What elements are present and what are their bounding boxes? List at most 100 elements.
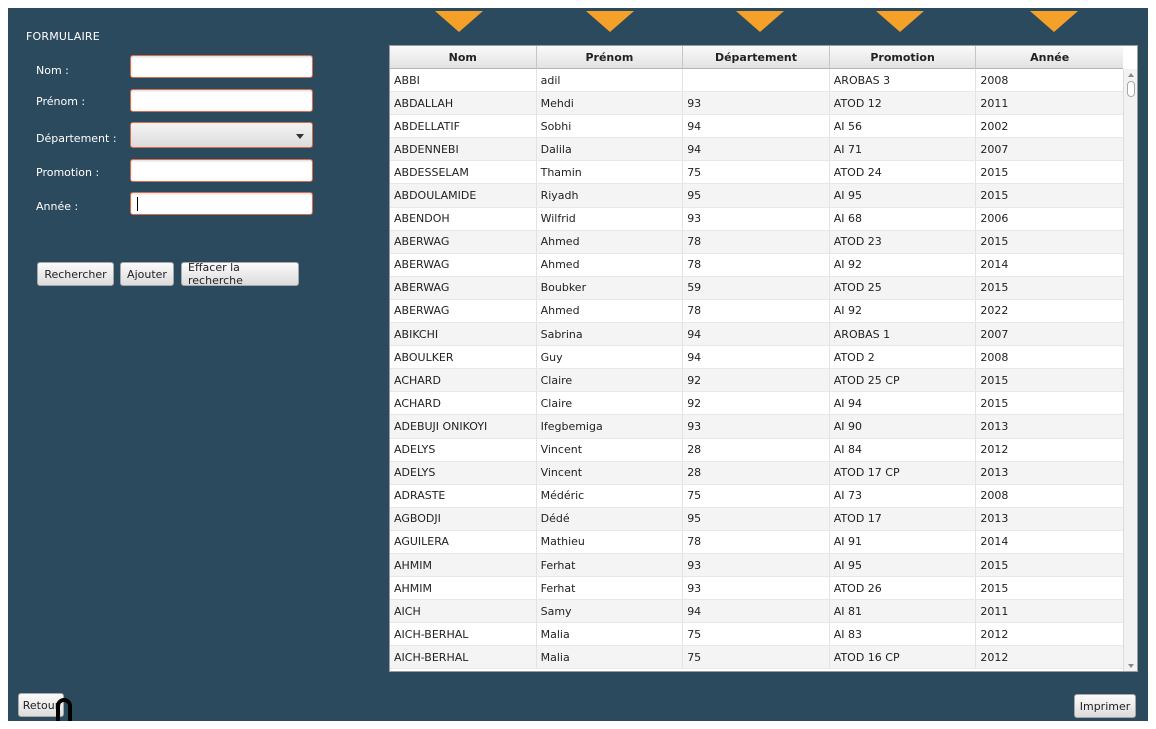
table-cell: ATOD 23 [830, 230, 977, 253]
table-cell: ADEBUJI ONIKOYI [390, 415, 537, 438]
table-row[interactable]: ABERWAG Ahmed 78 AI 92 2014 [390, 253, 1123, 277]
table-cell: 2015 [980, 281, 1009, 295]
table-row[interactable]: ABERWAG Ahmed 78 AI 92 2022 [390, 299, 1123, 324]
table-cell: 28 [683, 438, 830, 461]
table-row[interactable]: AICH-BERHAL Malia 75 AI 83 2012 [390, 623, 1123, 647]
table-cell: AI 83 [830, 623, 977, 646]
table-row[interactable]: AGUILERA Mathieu 78 AI 91 2014 [390, 530, 1123, 554]
column-header[interactable]: Département [683, 46, 830, 69]
table-cell: ABERWAG [390, 253, 537, 276]
column-header[interactable]: Promotion [830, 46, 977, 69]
promotion-input[interactable] [130, 159, 313, 182]
table-row[interactable]: AICH Samy 94 AI 81 2011 [390, 600, 1123, 624]
table-cell: 2014 [980, 535, 1009, 549]
table-cell: ATOD 17 CP [830, 461, 977, 484]
table-cell: 2008 [980, 350, 1009, 364]
table-cell: ATOD 16 CP [830, 646, 977, 669]
table-row[interactable]: AGBODJI Dédé 95 ATOD 17 2013 [390, 507, 1123, 531]
table-cell: Dalila [537, 138, 684, 161]
vertical-scrollbar[interactable] [1123, 69, 1137, 671]
table-cell: Ahmed [537, 299, 684, 323]
rechercher-button[interactable]: Rechercher [37, 262, 114, 286]
table-cell: Médéric [537, 484, 684, 507]
table-cell: Ifegbemiga [537, 415, 684, 438]
table-row[interactable]: ABERWAG Ahmed 78 ATOD 23 2015 [390, 230, 1123, 254]
table-cell: 2008 [980, 489, 1009, 503]
table-cell: 2014 [980, 258, 1009, 272]
table-cell: 78 [683, 299, 830, 323]
departement-select[interactable] [130, 122, 313, 148]
table-row[interactable]: ABOULKER Guy 94 ATOD 2 2008 [390, 346, 1123, 370]
table-cell: 2007 [980, 327, 1009, 341]
table-row[interactable]: ACHARD Claire 92 ATOD 25 CP 2015 [390, 369, 1123, 393]
table-row[interactable]: AHMIM Ferhat 93 AI 95 2015 [390, 553, 1123, 578]
table-row[interactable]: ABDENNEBI Dalila 94 AI 71 2007 [390, 138, 1123, 162]
form-title: FORMULAIRE [26, 30, 100, 43]
table-cell: Ahmed [537, 253, 684, 276]
nom-input[interactable] [130, 55, 313, 78]
table-cell: ABDELLATIF [390, 115, 537, 138]
mouse-cursor-icon [56, 698, 72, 721]
table-cell: ADELYS [390, 438, 537, 461]
table-cell: AICH [390, 600, 537, 623]
table-row[interactable]: AHMIM Ferhat 93 ATOD 26 2015 [390, 577, 1123, 601]
table-row[interactable]: ADEBUJI ONIKOYI Ifegbemiga 93 AI 90 2013 [390, 415, 1123, 439]
effacer-recherche-button[interactable]: Effacer la recherche [181, 261, 299, 287]
imprimer-button[interactable]: Imprimer [1074, 694, 1136, 718]
table-row[interactable]: ADELYS Vincent 28 ATOD 17 CP 2013 [390, 461, 1123, 485]
scroll-up-icon[interactable] [1128, 73, 1134, 77]
table-cell: AHMIM [390, 553, 537, 577]
table-cell: Vincent [537, 461, 684, 484]
table-cell: 94 [683, 600, 830, 623]
table-cell: Mathieu [537, 530, 684, 553]
ajouter-button[interactable]: Ajouter [120, 262, 174, 286]
main-window: FORMULAIRE Nom : Prénom : Département : … [8, 8, 1148, 721]
column-header[interactable]: Prénom [537, 46, 684, 69]
nom-label: Nom : [36, 64, 69, 77]
table-cell: 2015 [980, 396, 1009, 410]
table-cell: ACHARD [390, 392, 537, 415]
table-cell: 2015 [980, 558, 1009, 572]
table-cell: 75 [683, 161, 830, 184]
scroll-thumb[interactable] [1127, 81, 1135, 97]
column-header[interactable]: Année [976, 46, 1123, 69]
table-cell: 94 [683, 323, 830, 346]
table-cell: ABOULKER [390, 346, 537, 369]
table-cell: 93 [683, 92, 830, 115]
results-table[interactable]: Nom Prénom Département Promotion Année ABBI a… [389, 45, 1138, 672]
table-cell: 2013 [980, 466, 1009, 480]
table-cell: 28 [683, 461, 830, 484]
prenom-input[interactable] [130, 89, 313, 112]
column-header[interactable]: Nom [390, 46, 537, 69]
table-cell: ATOD 25 [830, 276, 977, 299]
table-cell: 78 [683, 230, 830, 253]
table-cell: AI 71 [830, 138, 977, 161]
table-cell: ATOD 2 [830, 346, 977, 369]
table-cell: AI 73 [830, 484, 977, 507]
annee-input[interactable] [130, 192, 313, 215]
table-cell: 93 [683, 553, 830, 577]
table-cell: Ferhat [537, 553, 684, 577]
sort-arrow-nom-icon [435, 11, 483, 32]
table-row[interactable]: ABIKCHI Sabrina 94 AROBAS 1 2007 [390, 323, 1123, 347]
table-row[interactable]: ABDESSELAM Thamin 75 ATOD 24 2015 [390, 161, 1123, 185]
table-row[interactable]: ABERWAG Boubker 59 ATOD 25 2015 [390, 276, 1123, 300]
table-cell: ABDENNEBI [390, 138, 537, 161]
table-row[interactable]: ABENDOH Wilfrid 93 AI 68 2006 [390, 207, 1123, 231]
table-row[interactable]: ACHARD Claire 92 AI 94 2015 [390, 392, 1123, 416]
table-row[interactable]: AICH-BERHAL Malia 75 ATOD 16 CP 2012 [390, 646, 1123, 670]
table-row[interactable]: ABBI adil AROBAS 3 2008 [390, 69, 1123, 93]
scroll-down-icon[interactable] [1128, 664, 1134, 668]
table-row[interactable]: ADRASTE Médéric 75 AI 73 2008 [390, 484, 1123, 508]
table-cell: 75 [683, 623, 830, 646]
table-cell: ATOD 24 [830, 161, 977, 184]
sort-arrow-promotion-icon [876, 11, 924, 32]
table-cell: 94 [683, 115, 830, 138]
table-cell: 2008 [980, 73, 1009, 87]
table-row[interactable]: ABDALLAH Mehdi 93 ATOD 12 2011 [390, 92, 1123, 116]
table-row[interactable]: ABDOULAMIDE Riyadh 95 AI 95 2015 [390, 184, 1123, 208]
table-cell: 2007 [980, 142, 1009, 156]
table-row[interactable]: ABDELLATIF Sobhi 94 AI 56 2002 [390, 115, 1123, 139]
table-row[interactable]: ADELYS Vincent 28 AI 84 2012 [390, 438, 1123, 462]
table-cell: AI 81 [830, 600, 977, 623]
